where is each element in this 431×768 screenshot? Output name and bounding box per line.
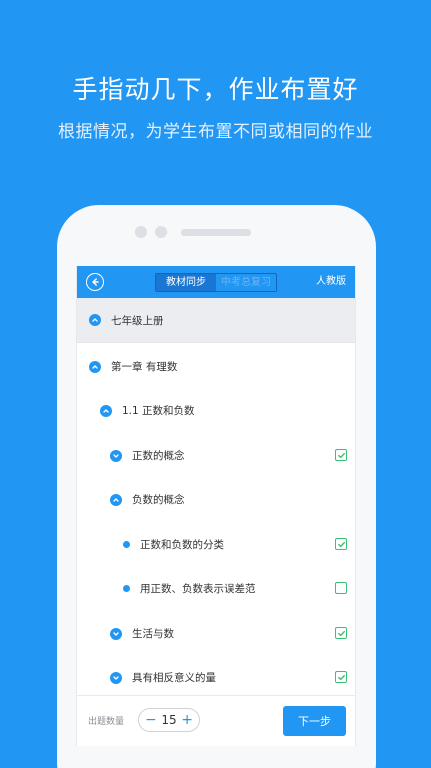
checkbox-checked[interactable]	[335, 449, 347, 461]
checkmark-icon	[337, 674, 345, 680]
chevron-up-icon[interactable]	[89, 360, 101, 373]
bullet-dot-icon	[123, 541, 130, 548]
back-button[interactable]	[86, 273, 104, 291]
chevron-up-icon[interactable]	[89, 314, 101, 326]
app-screen: 教材同步 中考总复习 人教版 七年级上册 第一章 有理数 1.1 正数和负数 正…	[76, 266, 356, 746]
promo-subtitle: 根据情况，为学生布置不同或相同的作业	[58, 122, 373, 142]
tree-chapter-label: 第一章 有理数	[111, 361, 178, 373]
chevron-up-icon[interactable]	[110, 493, 122, 506]
tree-item-label: 生活与数	[132, 628, 174, 640]
question-count-stepper: − 15 +	[138, 708, 200, 732]
checkmark-icon	[337, 452, 345, 458]
chevron-down-icon[interactable]	[110, 627, 122, 640]
tab-bar: 教材同步 中考总复习	[155, 273, 277, 292]
tree-item-row[interactable]: 生活与数	[77, 611, 355, 656]
tree-chapter-row[interactable]: 第一章 有理数	[77, 344, 355, 389]
tree-item-label: 正数和负数的分类	[140, 539, 224, 551]
speaker-grille	[181, 229, 251, 236]
app-header: 教材同步 中考总复习 人教版	[77, 266, 355, 298]
question-count-value[interactable]: 15	[161, 713, 176, 727]
next-step-button[interactable]: 下一步	[283, 706, 346, 736]
checkbox-checked[interactable]	[335, 671, 347, 683]
tree-item-label: 具有相反意义的量	[132, 672, 216, 684]
tree-item-row[interactable]: 用正数、负数表示误差范	[77, 566, 355, 611]
tree-grade-row[interactable]: 七年级上册	[77, 298, 355, 343]
tab-textbook-sync[interactable]: 教材同步	[156, 274, 216, 291]
footer-bar: 出题数量 − 15 + 下一步	[77, 695, 355, 746]
tree-item-row[interactable]: 具有相反意义的量	[77, 655, 355, 700]
checkbox-unchecked[interactable]	[335, 582, 347, 594]
increment-button[interactable]: +	[181, 710, 193, 730]
tree-item-row[interactable]: 负数的概念	[77, 477, 355, 522]
tree-section-row[interactable]: 1.1 正数和负数	[77, 388, 355, 433]
tree-item-label: 用正数、负数表示误差范	[140, 583, 256, 595]
camera-dot	[135, 226, 147, 238]
tree-item-label: 负数的概念	[132, 494, 185, 506]
checkmark-icon	[337, 541, 345, 547]
camera-dot	[155, 226, 167, 238]
checkbox-checked[interactable]	[335, 627, 347, 639]
tree-item-row[interactable]: 正数的概念	[77, 433, 355, 478]
chevron-up-icon[interactable]	[100, 404, 112, 417]
tree-item-label: 正数的概念	[132, 450, 185, 462]
promo-title: 手指动几下，作业布置好	[72, 75, 359, 104]
chevron-down-icon[interactable]	[110, 449, 122, 462]
tab-exam-review[interactable]: 中考总复习	[216, 274, 276, 291]
back-arrow-icon	[92, 278, 99, 286]
bullet-dot-icon	[123, 585, 130, 592]
decrement-button[interactable]: −	[145, 710, 157, 730]
chevron-down-icon[interactable]	[110, 671, 122, 684]
tree-grade-label: 七年级上册	[111, 314, 164, 327]
tree-section-label: 1.1 正数和负数	[122, 405, 195, 417]
checkbox-checked[interactable]	[335, 538, 347, 550]
question-count-label: 出题数量	[88, 717, 125, 727]
tree-item-row[interactable]: 正数和负数的分类	[77, 522, 355, 567]
edition-selector[interactable]: 人教版	[316, 266, 346, 298]
checkmark-icon	[337, 630, 345, 636]
